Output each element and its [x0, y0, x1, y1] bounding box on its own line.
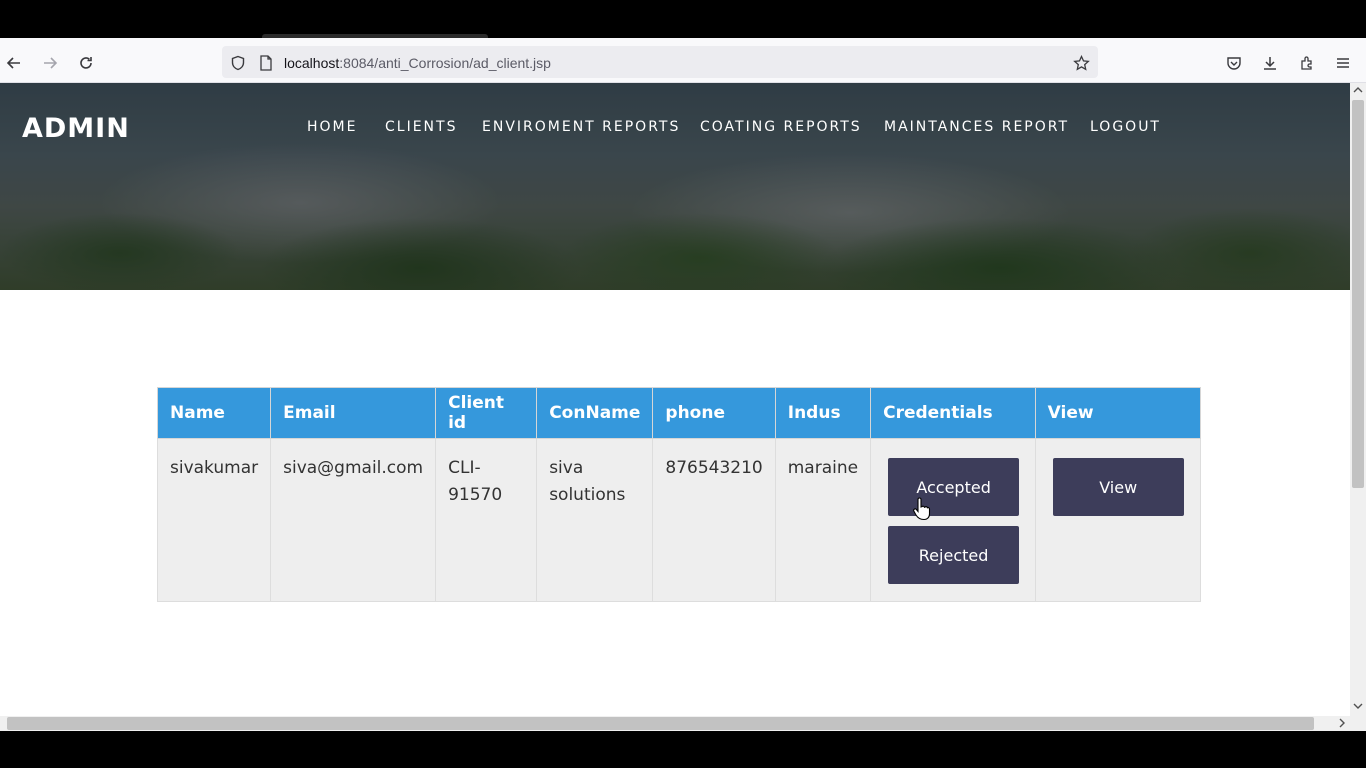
scroll-up-arrow-icon[interactable]: [1353, 85, 1363, 98]
url-path: :8084/anti_Corrosion/ad_client.jsp: [339, 55, 551, 71]
cell-email: siva@gmail.com: [270, 438, 437, 602]
reload-icon[interactable]: [73, 50, 99, 76]
forward-arrow-icon[interactable]: [37, 50, 63, 76]
cell-phone: 876543210: [652, 438, 776, 602]
screen-bottom-bar: [0, 731, 1366, 768]
nav-home[interactable]: HOME: [307, 119, 357, 135]
col-credentials: Credentials: [870, 387, 1036, 439]
nav-maintances-report[interactable]: MAINTANCES REPORT: [884, 119, 1069, 135]
nav-logout[interactable]: LOGOUT: [1090, 119, 1161, 135]
col-client-id: Client id: [435, 387, 538, 439]
nav-enviroment-reports[interactable]: ENVIROMENT REPORTS: [482, 119, 680, 135]
page-icon[interactable]: [257, 54, 275, 72]
cell-credentials: Accepted Rejected: [870, 438, 1036, 602]
pocket-icon[interactable]: [1225, 54, 1243, 72]
url-host: localhost: [284, 55, 340, 71]
header-banner: ADMIN HOME CLIENTS ENVIROMENT REPORTS CO…: [0, 83, 1350, 290]
bookmark-star-icon[interactable]: [1072, 54, 1090, 72]
horizontal-scroll-thumb[interactable]: [7, 717, 1314, 730]
cell-conname: siva solutions: [536, 438, 654, 602]
cell-view: View: [1034, 438, 1202, 602]
table-header-row: Name Email Client id ConName phone Indus…: [156, 387, 1202, 439]
col-phone: phone: [652, 387, 776, 439]
accepted-button[interactable]: Accepted: [888, 458, 1020, 516]
download-icon[interactable]: [1261, 54, 1279, 72]
screen-top-bar: [0, 0, 1366, 38]
vertical-scroll-thumb[interactable]: [1352, 100, 1364, 488]
nav-clients[interactable]: CLIENTS: [385, 119, 457, 135]
cell-client-id: CLI-91570: [435, 438, 538, 602]
back-arrow-icon[interactable]: [1, 50, 27, 76]
menu-hamburger-icon[interactable]: [1334, 54, 1352, 72]
col-conname: ConName: [536, 387, 654, 439]
cell-indus: maraine: [774, 438, 872, 602]
col-indus: Indus: [774, 387, 872, 439]
page-content: ADMIN HOME CLIENTS ENVIROMENT REPORTS CO…: [0, 83, 1350, 716]
col-name: Name: [156, 387, 272, 439]
extensions-icon[interactable]: [1298, 54, 1316, 72]
url-text[interactable]: localhost:8084/anti_Corrosion/ad_client.…: [284, 55, 551, 71]
view-button[interactable]: View: [1052, 458, 1184, 516]
clients-table: Name Email Client id ConName phone Indus…: [156, 387, 1202, 602]
cell-name: sivakumar: [156, 438, 272, 602]
table-row: sivakumar siva@gmail.com CLI-91570 siva …: [156, 438, 1202, 602]
admin-brand[interactable]: ADMIN: [22, 113, 130, 144]
hand-cursor-icon: [913, 497, 931, 521]
nav-coating-reports[interactable]: COATING REPORTS: [700, 119, 862, 135]
shield-icon[interactable]: [229, 54, 247, 72]
col-email: Email: [270, 387, 437, 439]
col-view: View: [1034, 387, 1202, 439]
scroll-right-arrow-icon[interactable]: [1337, 718, 1347, 731]
rejected-button[interactable]: Rejected: [888, 526, 1020, 584]
scroll-down-arrow-icon[interactable]: [1353, 701, 1363, 714]
